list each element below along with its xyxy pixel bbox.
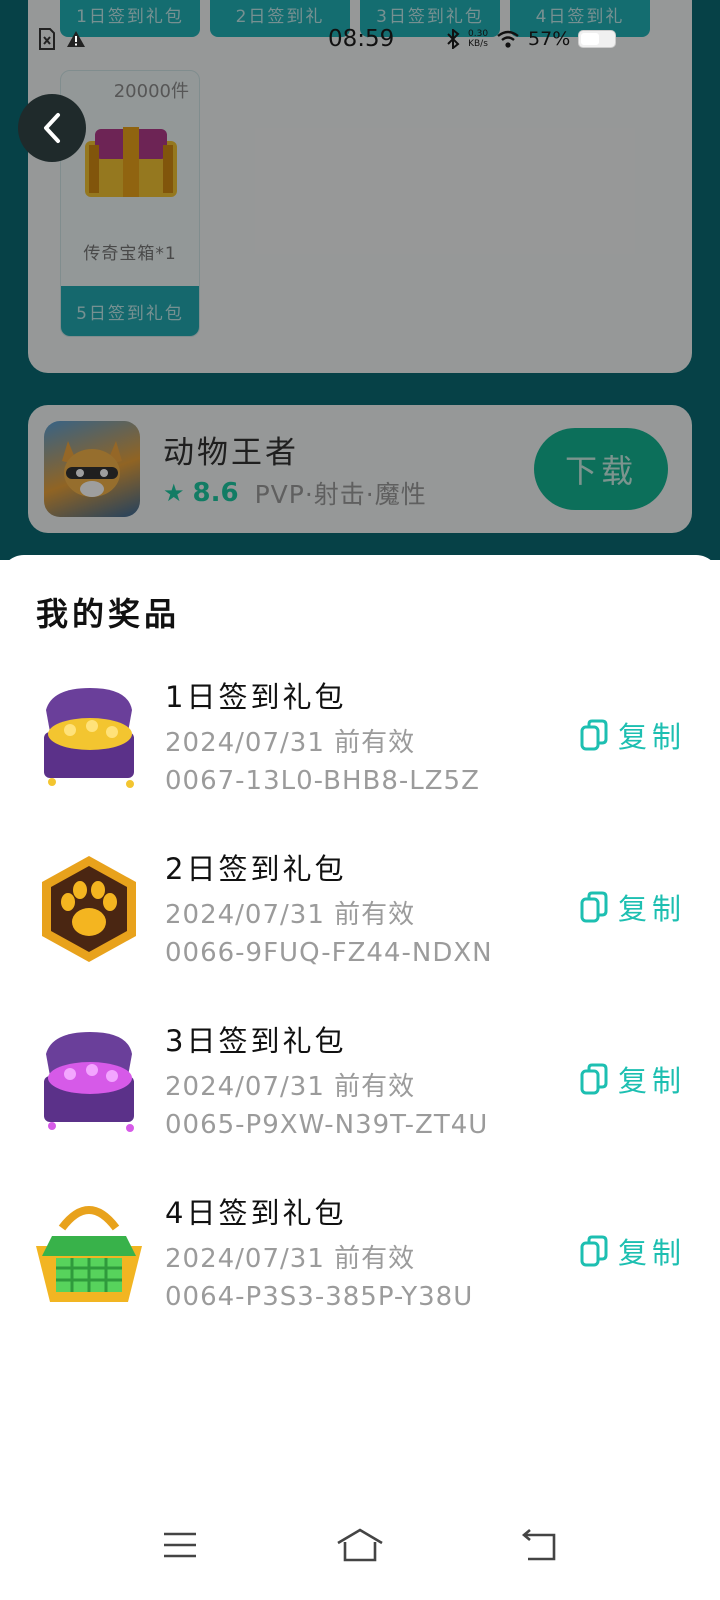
paw-badge-icon [42,856,136,962]
prize-code[interactable]: 0067-13L0-BHB8-LZ5Z [165,766,480,796]
prize-code[interactable]: 0065-P9XW-N39T-ZT4U [165,1110,488,1140]
menu-icon [164,1532,196,1558]
copy-button[interactable]: 复制 [580,714,686,756]
back-nav-button[interactable] [510,1520,570,1570]
prize-name: 2日签到礼包 [165,852,347,886]
prize-name: 3日签到礼包 [165,1024,347,1058]
gold-treasure-chest-icon [44,688,134,788]
prize-expiry: 2024/07/31 前有效 [165,1244,416,1274]
copy-button[interactable]: 复制 [580,1230,686,1272]
chevron-left-icon [44,113,60,143]
prize-expiry: 2024/07/31 前有效 [165,728,416,758]
status-bar: 08:59 0.30 KB/s 57% [0,22,720,58]
prize-name: 4日签到礼包 [165,1196,347,1230]
gem-treasure-chest-icon [44,1032,134,1132]
green-basket-icon [36,1206,142,1302]
prize-code[interactable]: 0064-P3S3-385P-Y38U [165,1282,473,1312]
prize-item: 1日签到礼包 2024/07/31 前有效 0067-13L0-BHB8-LZ5… [0,670,720,830]
network-speed: 0.30 KB/s [468,29,489,49]
battery-icon [578,30,617,48]
return-icon [521,1529,556,1561]
home-button[interactable] [330,1520,390,1570]
prize-item: 2日签到礼包 2024/07/31 前有效 0066-9FUQ-FZ44-NDX… [0,842,720,1002]
dim-overlay[interactable] [0,0,720,560]
bluetooth-icon [447,29,460,49]
my-prizes-sheet: 我的奖品 1日签到礼包 2024/07/31 前有效 0067-13L0-BHB… [0,555,720,1600]
copy-icon [580,1063,608,1095]
battery-percent: 57% [528,28,571,50]
sim-error-icon [39,28,55,50]
prize-item: 4日签到礼包 2024/07/31 前有效 0064-P3S3-385P-Y38… [0,1186,720,1346]
prize-expiry: 2024/07/31 前有效 [165,900,416,930]
system-nav-bar [0,1500,720,1600]
copy-icon [580,1235,608,1267]
wifi-icon [497,30,519,48]
prize-code[interactable]: 0066-9FUQ-FZ44-NDXN [165,938,493,968]
menu-button[interactable] [150,1520,210,1570]
home-icon [337,1528,383,1562]
copy-button[interactable]: 复制 [580,886,686,928]
back-button[interactable] [18,94,86,162]
warning-icon [67,31,85,47]
sheet-title: 我的奖品 [36,595,181,633]
prize-item: 3日签到礼包 2024/07/31 前有效 0065-P9XW-N39T-ZT4… [0,1014,720,1174]
prize-expiry: 2024/07/31 前有效 [165,1072,416,1102]
copy-icon [580,891,608,923]
copy-button[interactable]: 复制 [580,1058,686,1100]
copy-icon [580,719,608,751]
background-page: 1日签到礼包 2日签到礼 3日签到礼包 4日签到礼 20000件 传奇宝箱*1 … [0,0,720,560]
status-time: 08:59 [328,26,395,52]
prize-name: 1日签到礼包 [165,680,347,714]
